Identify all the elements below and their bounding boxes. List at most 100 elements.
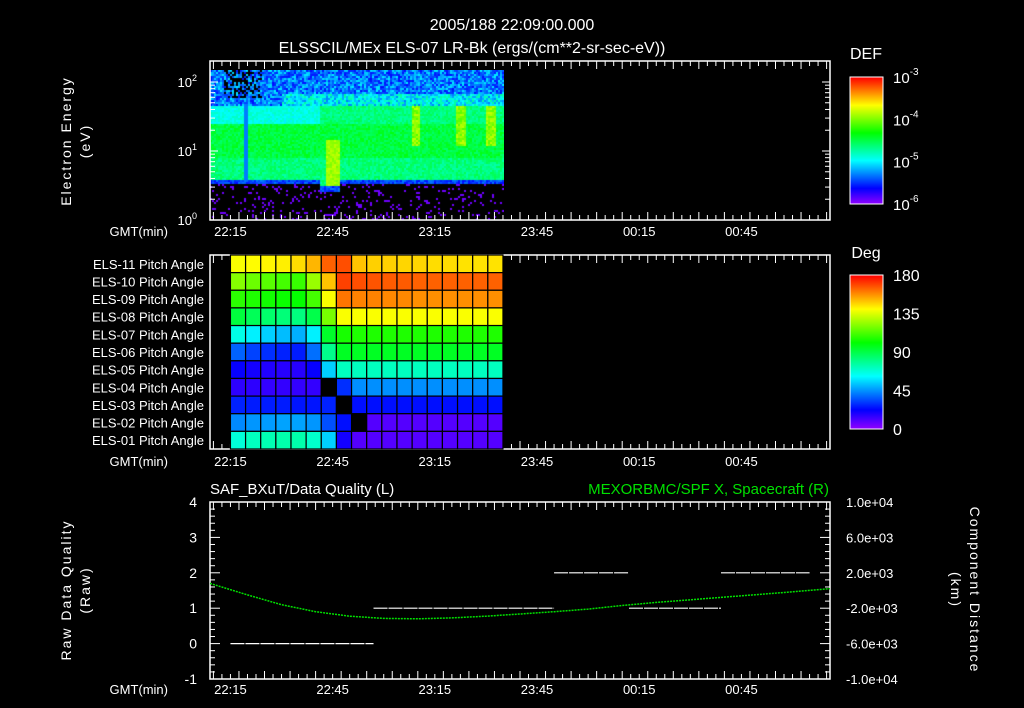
pitch-cell [290, 307, 307, 327]
pitch-row-label: ELS-10 Pitch Angle [92, 274, 204, 289]
pitch-cell [244, 272, 262, 291]
distance-tick-label: 6.0e+03 [846, 530, 893, 545]
pitch-cell [350, 254, 368, 274]
pitch-cell [305, 272, 322, 291]
pitch-cell [335, 360, 353, 380]
pitch-cell [396, 395, 413, 415]
pitch-cell [456, 430, 474, 450]
pitch-cell [396, 430, 413, 450]
pitch-cell [260, 254, 277, 274]
pitch-cell [335, 324, 353, 344]
energy-axis-label: Electron Energy [58, 76, 74, 206]
pitch-cell [350, 342, 368, 362]
pitch-cell [441, 272, 459, 291]
pitch-cell [396, 413, 413, 432]
pitch-cell [426, 342, 444, 362]
deg-colorbar-tick-label: 0 [893, 422, 902, 439]
pitch-cell [275, 254, 292, 274]
pitch-cell [456, 413, 474, 432]
pitch-cell [472, 254, 489, 274]
pitch-cell [290, 360, 307, 380]
pitch-cell [244, 342, 262, 362]
pitch-cell [229, 307, 247, 327]
pitch-cell [305, 289, 322, 309]
pitch-cell [366, 307, 383, 327]
pitch-cell [305, 377, 322, 397]
pitch-cell [472, 430, 489, 450]
pitch-cell [396, 324, 413, 344]
time-tick-label: 23:15 [419, 454, 452, 469]
distance-tick-label: -1.0e+04 [846, 672, 898, 687]
pitch-cell [441, 324, 459, 344]
pitch-cell [290, 272, 307, 291]
pitch-cell [290, 377, 307, 397]
time-tick-label: 22:15 [214, 224, 247, 239]
pitch-cell [456, 272, 474, 291]
pitch-cell [335, 342, 353, 362]
plot-canvas: 2005/188 22:09:00.000 ELSSCIL/MEx ELS-07… [58, 17, 983, 697]
pitch-cell [411, 342, 428, 362]
pitch-cell [366, 413, 383, 432]
pitch-cell [472, 272, 489, 291]
time-tick-label: 23:15 [419, 682, 452, 697]
pitch-cell [320, 430, 338, 450]
time-tick-label: 22:15 [214, 682, 247, 697]
pitch-cell [229, 360, 247, 380]
pitch-cell [487, 395, 504, 415]
pitch-cell [350, 289, 368, 309]
deg-colorbar-tick-label: 180 [893, 268, 920, 285]
pitch-row-label: ELS-08 Pitch Angle [92, 310, 204, 325]
pitch-row-label: ELS-04 Pitch Angle [92, 380, 204, 395]
pitch-cell [441, 395, 459, 415]
time-tick-label: 22:45 [316, 224, 349, 239]
spacecraft-x-line [209, 582, 831, 620]
pitch-cell [456, 395, 474, 415]
pitch-cell [456, 289, 474, 309]
pitch-cell [260, 360, 277, 380]
pitch-cell [426, 430, 444, 450]
pitch-row-label: ELS-03 Pitch Angle [92, 398, 204, 413]
pitch-cell [320, 360, 338, 380]
pitch-cell [381, 395, 398, 415]
pitch-cell [396, 254, 413, 274]
pitch-cell [441, 413, 459, 432]
pitch-cell [260, 289, 277, 309]
pitch-cell [472, 307, 489, 327]
pitch-cell [275, 395, 292, 415]
pitch-cell [366, 342, 383, 362]
time-tick-label: 00:45 [725, 454, 758, 469]
pitch-cell [411, 430, 428, 450]
pitch-cell [260, 430, 277, 450]
pitch-cell [229, 413, 247, 432]
pitch-cell [426, 272, 444, 291]
distance-tick-label: 1.0e+04 [846, 495, 893, 510]
energy-tick-label: 102 [178, 73, 197, 90]
pitch-cell [381, 377, 398, 397]
pitch-cell [411, 272, 428, 291]
time-tick-label: 23:15 [419, 224, 452, 239]
pitch-cell [426, 254, 444, 274]
pitch-cell [335, 254, 353, 274]
pitch-cell [396, 272, 413, 291]
panel-frame [209, 501, 831, 680]
pitch-cell [426, 413, 444, 432]
pitch-cell [244, 413, 262, 432]
pitch-cell [305, 360, 322, 380]
pitch-cell [366, 430, 383, 450]
pitch-cell [320, 272, 338, 291]
quality-tick-label: 4 [189, 494, 197, 510]
pitch-cell [290, 289, 307, 309]
pitch-cell [229, 272, 247, 291]
pitch-cell [411, 360, 428, 380]
time-tick-label: 22:45 [316, 682, 349, 697]
def-colorbar-tick-label: 10-4 [893, 109, 919, 129]
time-tick-label: 00:15 [623, 682, 656, 697]
def-colorbar-tick-label: 10-5 [893, 152, 919, 172]
pitch-cell [487, 289, 504, 309]
pitch-cell [320, 289, 338, 309]
pitch-cell [244, 395, 262, 415]
pitch-cell [381, 254, 398, 274]
pitch-cell [411, 377, 428, 397]
pitch-cell [487, 307, 504, 327]
pitch-cell [381, 360, 398, 380]
